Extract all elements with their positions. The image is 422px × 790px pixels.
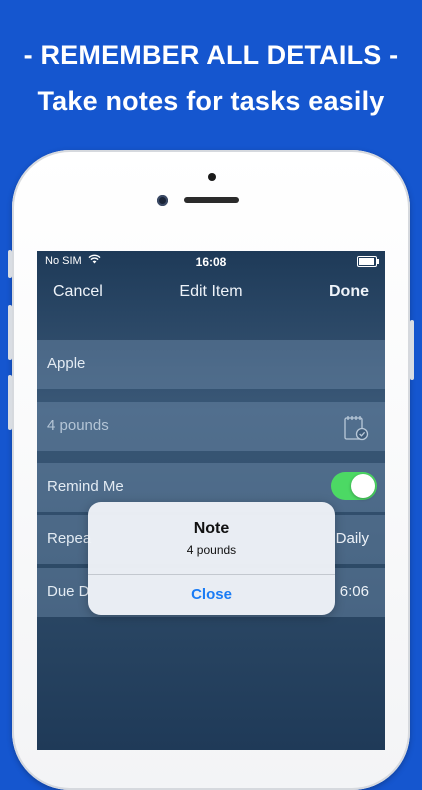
volume-down-button [8, 375, 12, 430]
done-button[interactable]: Done [329, 283, 369, 301]
volume-up-button [8, 305, 12, 360]
mute-switch [8, 250, 12, 278]
power-button [410, 320, 414, 380]
status-bar: No SIM 16:08 [37, 251, 385, 271]
close-button[interactable]: Close [88, 575, 335, 615]
proximity-sensor [208, 173, 216, 181]
due-date-label: Due D [47, 583, 90, 600]
dialog-message: 4 pounds [186, 543, 237, 557]
front-camera-icon [157, 195, 168, 206]
promo-subheadline: Take notes for tasks easily [37, 86, 385, 116]
repeat-value: Daily [335, 530, 369, 547]
remind-me-toggle[interactable] [331, 472, 377, 500]
promo-headline: - REMEMBER ALL DETAILS - [23, 40, 399, 70]
due-date-value: 6:06 [339, 583, 369, 600]
repeat-label: Repea [47, 530, 92, 547]
app-screen: No SIM 16:08 Cancel Edit Item Done Apple… [37, 251, 385, 750]
battery-icon [357, 256, 379, 267]
clock-label: 16:08 [195, 255, 227, 269]
note-field[interactable]: 4 pounds [37, 402, 385, 451]
remind-me-label: Remind Me [47, 478, 124, 495]
note-value: 4 pounds [47, 417, 109, 434]
dialog-title: Note [193, 520, 230, 537]
item-name-field[interactable]: Apple [37, 340, 385, 389]
navigation-bar: Cancel Edit Item Done [37, 281, 385, 305]
notepad-check-icon[interactable] [343, 414, 369, 442]
note-alert-dialog: Note 4 pounds Close [88, 502, 335, 615]
item-name-value: Apple [47, 355, 86, 372]
earpiece-speaker [184, 197, 239, 203]
